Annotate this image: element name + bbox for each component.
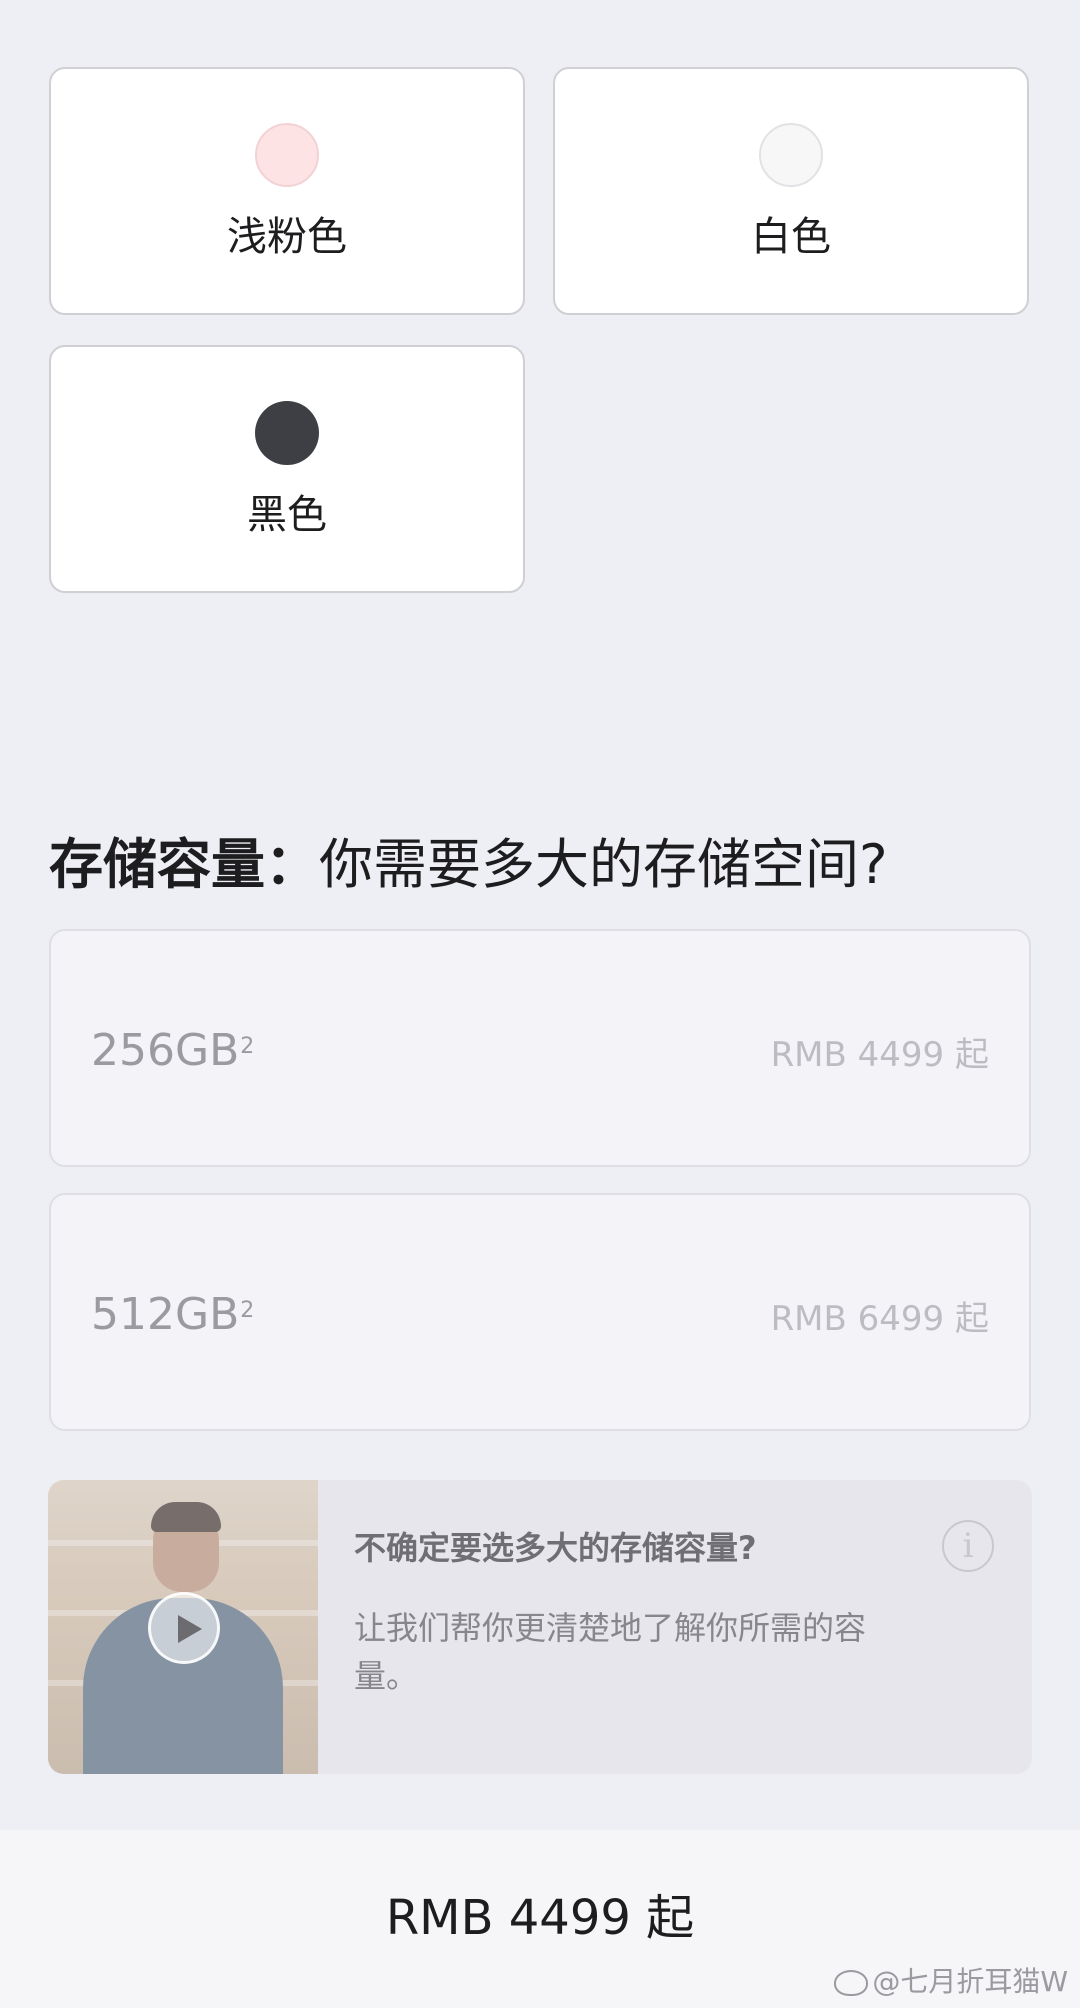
- storage-capacity: 512GB2: [91, 1287, 254, 1343]
- color-option-label: 白色: [751, 214, 831, 260]
- color-option-black[interactable]: 黑色: [49, 345, 525, 593]
- storage-capacity: 256GB2: [91, 1023, 254, 1079]
- color-swatch-black: [255, 401, 319, 465]
- footnote-marker: 2: [240, 1298, 255, 1323]
- color-option-label: 黑色: [247, 492, 327, 538]
- watermark-text: @七月折耳猫W: [872, 1965, 1068, 1998]
- starting-price: RMB 4499 起: [385, 1890, 695, 1946]
- color-option-label: 浅粉色: [227, 214, 347, 260]
- storage-price: RMB 6499 起: [770, 1299, 989, 1339]
- storage-section-title: 存储容量：你需要多大的存储空间?: [49, 830, 888, 900]
- capacity-value: 512GB: [91, 1289, 240, 1340]
- color-swatch-white: [759, 123, 823, 187]
- capacity-value: 256GB: [91, 1025, 240, 1076]
- storage-title-bold: 存储容量：: [49, 833, 319, 896]
- storage-title-question: 你需要多大的存储空间?: [319, 833, 888, 896]
- color-swatch-light-pink: [255, 123, 319, 187]
- info-icon[interactable]: i: [942, 1520, 994, 1572]
- color-option-white[interactable]: 白色: [553, 67, 1029, 315]
- footnote-marker: 2: [240, 1034, 255, 1059]
- bottom-price-bar: RMB 4499 起 @七月折耳猫W: [0, 1830, 1080, 2008]
- color-option-light-pink[interactable]: 浅粉色: [49, 67, 525, 315]
- storage-option-256gb[interactable]: 256GB2 RMB 4499 起: [49, 929, 1031, 1167]
- help-description: 让我们帮你更清楚地了解你所需的容量。: [354, 1609, 867, 1695]
- weibo-icon: [834, 1970, 869, 1996]
- storage-price: RMB 4499 起: [770, 1035, 989, 1075]
- play-icon[interactable]: [148, 1592, 220, 1664]
- storage-option-512gb[interactable]: 512GB2 RMB 6499 起: [49, 1193, 1031, 1431]
- storage-help-card: 不确定要选多大的存储容量? 让我们帮你更清楚地了解你所需的容量。 i: [48, 1480, 1032, 1774]
- help-video-thumbnail[interactable]: [48, 1480, 318, 1774]
- help-title: 不确定要选多大的存储容量?: [354, 1529, 757, 1567]
- watermark: @七月折耳猫W: [834, 1964, 1068, 2000]
